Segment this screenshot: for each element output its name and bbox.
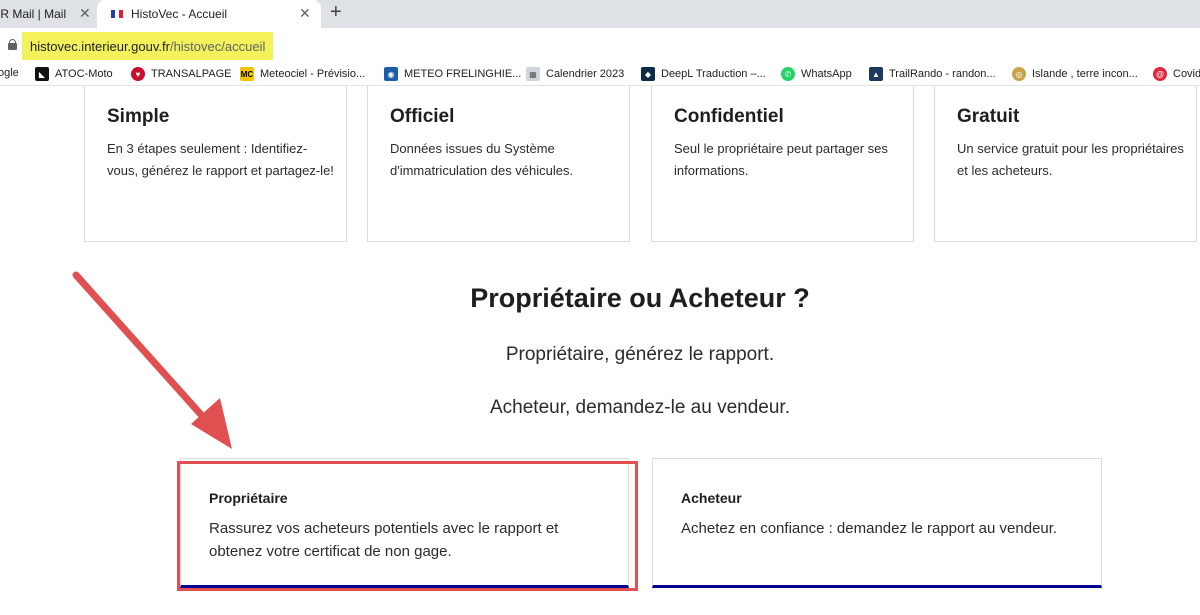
bookmark-whatsapp[interactable]: ✆ WhatsApp	[781, 67, 852, 81]
bookmark-label: Calendrier 2023	[546, 68, 625, 80]
bookmark-label: DeepL Traduction –...	[661, 68, 766, 80]
buyer-card-text: Achetez en confiance : demandez le rappo…	[681, 520, 1058, 537]
bookmark-google[interactable]: ogle	[0, 67, 19, 79]
url-path: /histovec/accueil	[169, 38, 266, 54]
bookmarks-bar: ogle ◣ ATOC-Moto ♥ TRANSALPAGE MC Meteoc…	[0, 64, 1200, 86]
section-subtitle-buyer: Acheteur, demandez-le au vendeur.	[490, 397, 790, 418]
feature-text: Seul le propriétaire peut partager ses i…	[674, 141, 888, 178]
tab-mail[interactable]: FR Mail | Mail ✕	[0, 0, 97, 28]
feature-title: Gratuit	[957, 106, 1020, 127]
bookmark-trailrando[interactable]: ▲ TrailRando - randon...	[869, 67, 996, 81]
url-host: histovec.interieur.gouv.fr	[30, 38, 170, 54]
address-bar: histovec.interieur.gouv.fr/histovec/accu…	[0, 28, 1200, 64]
tab-mail-label: FR Mail | Mail	[0, 7, 67, 21]
france-flag-icon	[111, 10, 123, 18]
deepl-icon: ◆	[641, 67, 655, 81]
bookmark-label: ATOC-Moto	[55, 68, 113, 80]
owner-card[interactable]: Propriétaire Rassurez vos acheteurs pote…	[180, 458, 629, 588]
heart-icon: ♥	[131, 67, 145, 81]
feature-text: En 3 étapes seulement : Identifiez-vous,…	[107, 141, 334, 178]
feature-title: Officiel	[390, 106, 455, 127]
owner-card-title: Propriétaire	[209, 490, 288, 506]
mc-icon: MC	[240, 67, 254, 81]
lock-icon[interactable]	[8, 39, 17, 50]
tab-histovec[interactable]: HistoVec - Accueil ✕	[97, 0, 321, 28]
meteo-icon: ◉	[384, 67, 398, 81]
bookmark-label: TRANSALPAGE	[151, 68, 232, 80]
bookmark-label: ogle	[0, 67, 19, 79]
bookmark-deepl[interactable]: ◆ DeepL Traduction –...	[641, 67, 766, 81]
trailrando-icon: ▲	[869, 67, 883, 81]
buyer-card[interactable]: Acheteur Achetez en confiance : demandez…	[652, 458, 1102, 588]
bookmark-islande[interactable]: ◎ Islande , terre incon...	[1012, 67, 1138, 81]
feature-text: Données issues du Système d'immatriculat…	[390, 141, 574, 178]
bookmark-label: Meteociel - Prévisio...	[260, 68, 366, 80]
calendar-icon: ▦	[526, 67, 540, 81]
bookmark-meteociel[interactable]: MC Meteociel - Prévisio...	[240, 67, 365, 81]
whatsapp-icon: ✆	[781, 67, 795, 81]
bookmark-meteo-frelinghien[interactable]: ◉ METEO FRELINGHIE...	[384, 67, 521, 81]
bookmark-calendrier[interactable]: ▦ Calendrier 2023	[526, 67, 624, 81]
new-tab-button[interactable]: +	[330, 1, 342, 24]
section-title: Propriétaire ou Acheteur ?	[470, 283, 810, 313]
feature-card-confidentiel: Confidentiel Seul le propriétaire peut p…	[651, 86, 914, 242]
buyer-card-title: Acheteur	[681, 490, 742, 506]
url-field[interactable]: histovec.interieur.gouv.fr/histovec/accu…	[22, 32, 274, 60]
feature-text: Un service gratuit pour les propriétaire…	[957, 141, 1184, 178]
covid-icon: @	[1153, 67, 1167, 81]
bookmark-label: TrailRando - randon...	[889, 68, 996, 80]
close-icon[interactable]: ✕	[79, 5, 91, 22]
close-icon[interactable]: ✕	[299, 5, 311, 22]
bookmark-label: METEO FRELINGHIE...	[404, 68, 522, 80]
bookmark-label: WhatsApp	[801, 68, 852, 80]
tab-strip: FR Mail | Mail ✕ HistoVec - Accueil ✕ +	[0, 0, 1200, 28]
section-subtitle-owner: Propriétaire, générez le rapport.	[505, 344, 775, 365]
feature-title: Confidentiel	[674, 106, 784, 127]
bookmark-label: Covid	[1173, 68, 1200, 80]
feature-card-officiel: Officiel Données issues du Système d'imm…	[367, 86, 630, 242]
feature-card-simple: Simple En 3 étapes seulement : Identifie…	[84, 86, 347, 242]
bookmark-covid[interactable]: @ Covid	[1153, 67, 1200, 81]
owner-card-text: Rassurez vos acheteurs potentiels avec l…	[209, 520, 559, 560]
islande-icon: ◎	[1012, 67, 1026, 81]
tab-histovec-label: HistoVec - Accueil	[131, 7, 228, 21]
feature-card-gratuit: Gratuit Un service gratuit pour les prop…	[934, 86, 1197, 242]
bookmark-label: Islande , terre incon...	[1032, 68, 1138, 80]
feature-title: Simple	[107, 106, 170, 127]
atoc-icon: ◣	[35, 67, 49, 81]
bookmark-atoc[interactable]: ◣ ATOC-Moto	[35, 67, 113, 81]
bookmark-transalpage[interactable]: ♥ TRANSALPAGE	[131, 67, 232, 81]
